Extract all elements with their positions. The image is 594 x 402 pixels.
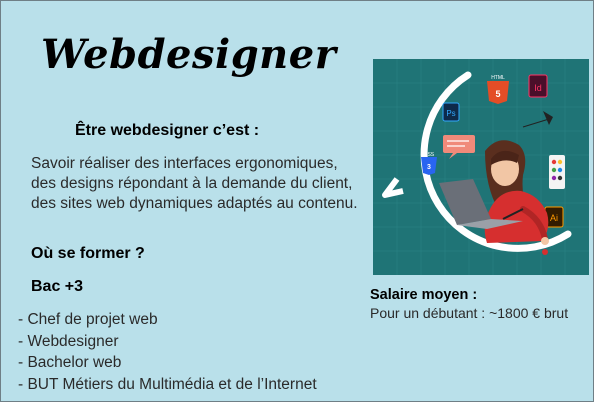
intro-heading: Être webdesigner c’est :: [75, 122, 260, 139]
job-list: - Chef de projet web - Webdesigner - Bac…: [18, 309, 317, 395]
webdesigner-illustration: 5 HTML Id Ps 3 CSS Ai: [373, 59, 589, 275]
job-item: - BUT Métiers du Multimédia et de l’Inte…: [18, 375, 317, 393]
job-item: - Webdesigner: [18, 332, 119, 350]
description-line: des designs répondant à la demande du cl…: [31, 175, 353, 192]
accent-dot: [542, 249, 548, 255]
svg-text:5: 5: [495, 89, 500, 99]
salary-text: Pour un débutant : ~1800 € brut: [370, 305, 569, 321]
job-item: - Bachelor web: [18, 354, 122, 371]
svg-text:HTML: HTML: [491, 75, 505, 81]
color-palette-icon: [549, 155, 565, 189]
designer-figure: [484, 140, 549, 245]
description-line: des sites web dynamiques adaptés au cont…: [31, 195, 358, 212]
job-item: - Chef de projet web: [18, 311, 158, 328]
level-heading: Bac +3: [31, 278, 84, 295]
indesign-icon: Id: [528, 74, 548, 98]
description-line: Savoir réaliser des interfaces ergonomiq…: [31, 155, 338, 172]
description-block: Savoir réaliser des interfaces ergonomiq…: [31, 154, 376, 214]
svg-text:3: 3: [427, 164, 431, 171]
training-heading: Où se former ?: [31, 245, 145, 262]
ring-tail: [382, 177, 404, 198]
pen-tool-icon: [522, 111, 553, 128]
salary-heading: Salaire moyen :: [370, 287, 478, 303]
photoshop-icon: Ps: [442, 102, 460, 122]
svg-text:CSS: CSS: [424, 152, 435, 158]
svg-text:Ps: Ps: [446, 109, 455, 118]
page-title: Webdesigner: [41, 31, 337, 78]
svg-text:Ai: Ai: [550, 213, 558, 223]
html5-icon: 5 HTML: [487, 75, 509, 104]
illustration-svg: 5 HTML Id Ps 3 CSS Ai: [373, 59, 589, 275]
slide: Webdesigner Être webdesigner c’est : Sav…: [0, 0, 594, 402]
svg-text:Id: Id: [534, 83, 542, 93]
